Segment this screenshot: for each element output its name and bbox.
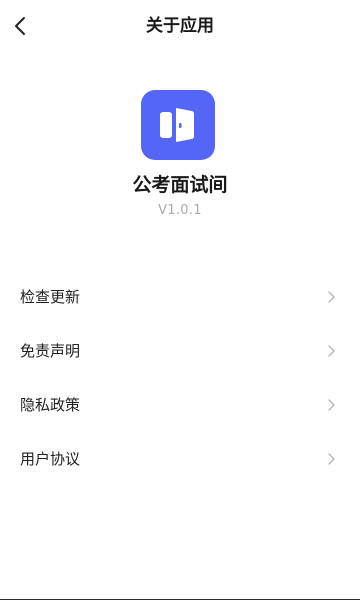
menu-item-label: 免责声明 <box>20 342 81 360</box>
chevron-right-icon <box>328 399 335 411</box>
chevron-right-icon <box>328 345 335 357</box>
menu-item-privacy-policy[interactable]: 隐私政策 <box>0 378 360 432</box>
menu-item-label: 检查更新 <box>20 288 81 306</box>
top-bar: 关于应用 <box>0 0 360 54</box>
door-icon <box>160 108 194 142</box>
page-title: 关于应用 <box>146 16 214 36</box>
chevron-right-icon <box>328 291 335 303</box>
menu-item-label: 隐私政策 <box>20 396 81 414</box>
app-logo <box>141 90 215 160</box>
menu-item-user-agreement[interactable]: 用户协议 <box>0 432 360 486</box>
app-version: V1.0.1 <box>158 203 202 218</box>
app-name: 公考面试间 <box>132 174 228 196</box>
menu-item-disclaimer[interactable]: 免责声明 <box>0 324 360 378</box>
chevron-right-icon <box>328 453 335 465</box>
menu-item-check-update[interactable]: 检查更新 <box>0 270 360 324</box>
settings-menu: 检查更新 免责声明 隐私政策 用户协议 <box>0 270 360 486</box>
menu-item-label: 用户协议 <box>20 450 81 468</box>
